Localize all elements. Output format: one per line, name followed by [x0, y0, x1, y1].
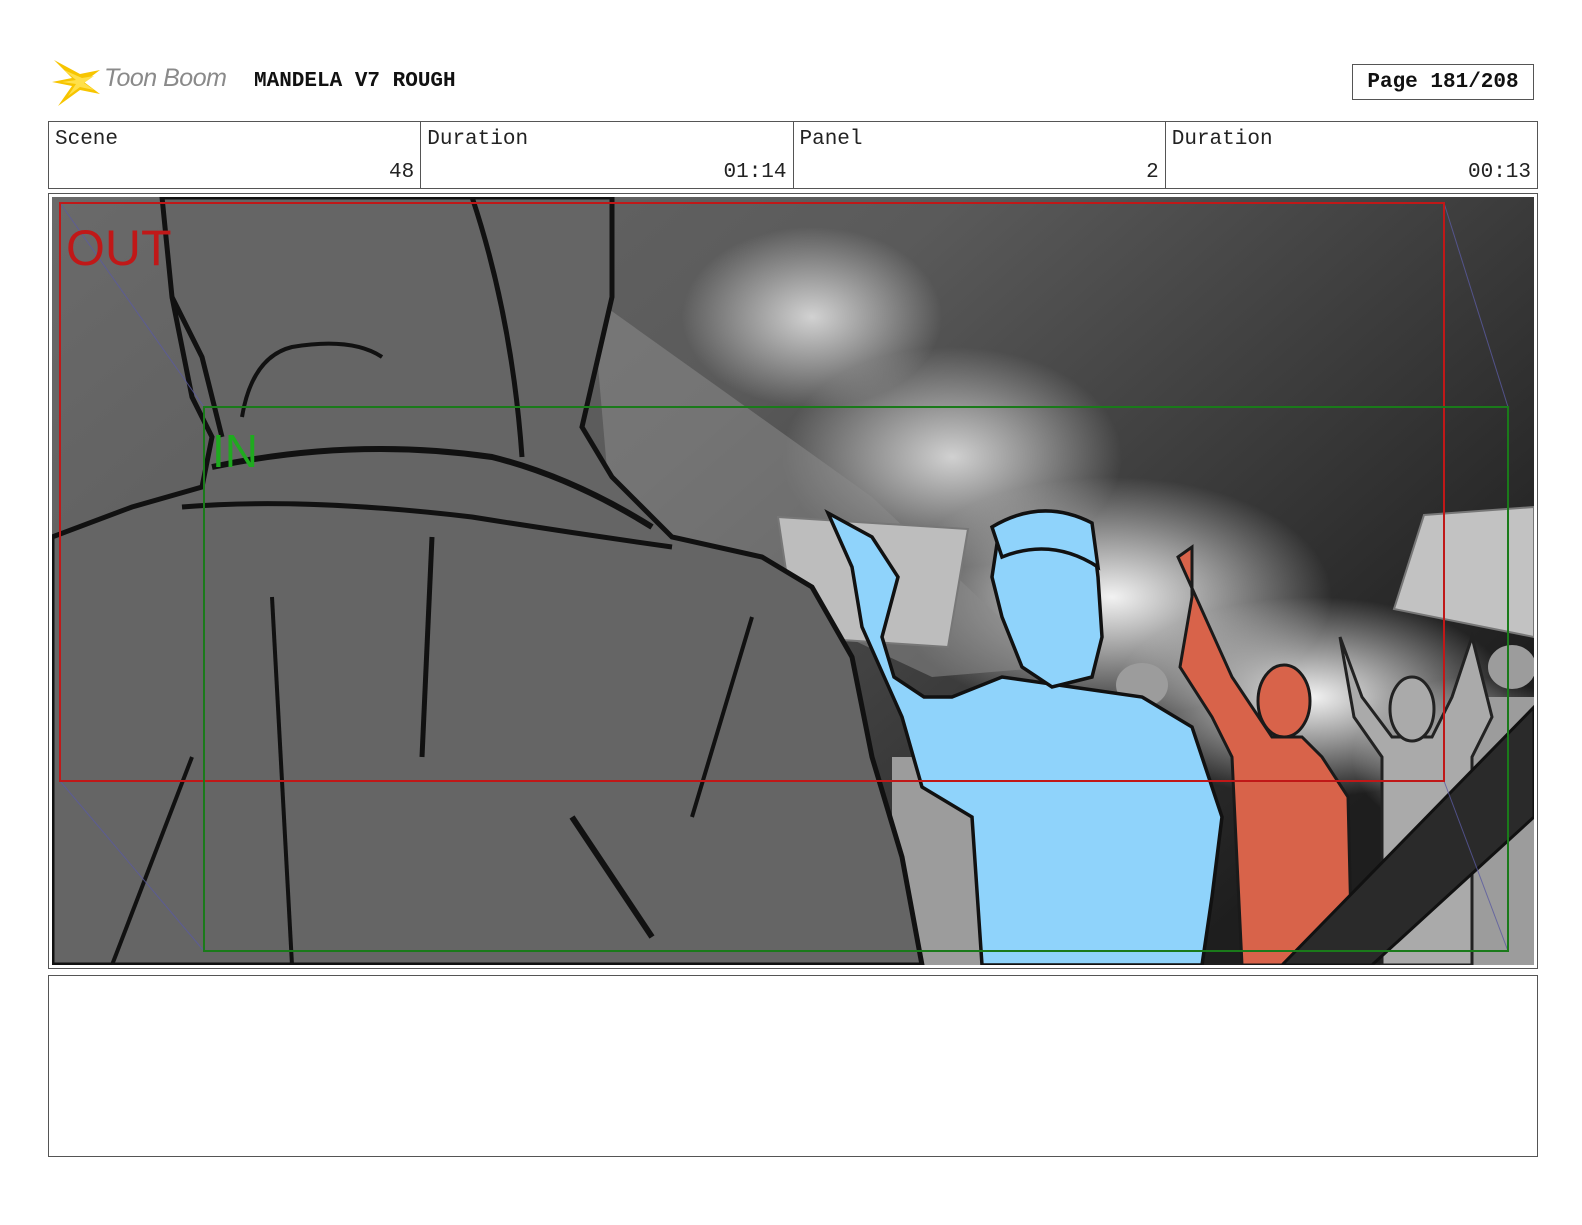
toon-boom-logo: Toon Boom — [50, 56, 240, 108]
panel-drawing: OUT IN — [52, 197, 1534, 965]
out-label: OUT — [66, 220, 172, 276]
page-number: Page 181/208 — [1352, 64, 1534, 100]
panel-duration-cell: Duration 00:13 — [1166, 122, 1537, 188]
logo-text: Toon Boom — [104, 64, 227, 92]
panel-duration-value: 00:13 — [1467, 161, 1531, 184]
scene-duration-cell: Duration 01:14 — [421, 122, 794, 188]
storyboard-panel: OUT IN — [48, 193, 1538, 969]
panel-label: Panel — [799, 128, 863, 151]
scene-duration-value: 01:14 — [723, 161, 787, 184]
in-label: IN — [212, 425, 258, 477]
project-title: MANDELA V7 ROUGH — [254, 70, 456, 93]
logo-burst-icon — [52, 60, 100, 106]
panel-duration-label: Duration — [1171, 128, 1273, 151]
scene-duration-label: Duration — [427, 128, 529, 151]
panel-info-table: Scene 48 Duration 01:14 Panel 2 Duration… — [48, 121, 1538, 189]
panel-cell: Panel 2 — [794, 122, 1166, 188]
panel-caption — [48, 975, 1538, 1157]
scene-value: 48 — [389, 161, 415, 184]
scene-label: Scene — [55, 128, 119, 151]
scene-cell: Scene 48 — [49, 122, 422, 188]
panel-value: 2 — [1146, 161, 1159, 184]
